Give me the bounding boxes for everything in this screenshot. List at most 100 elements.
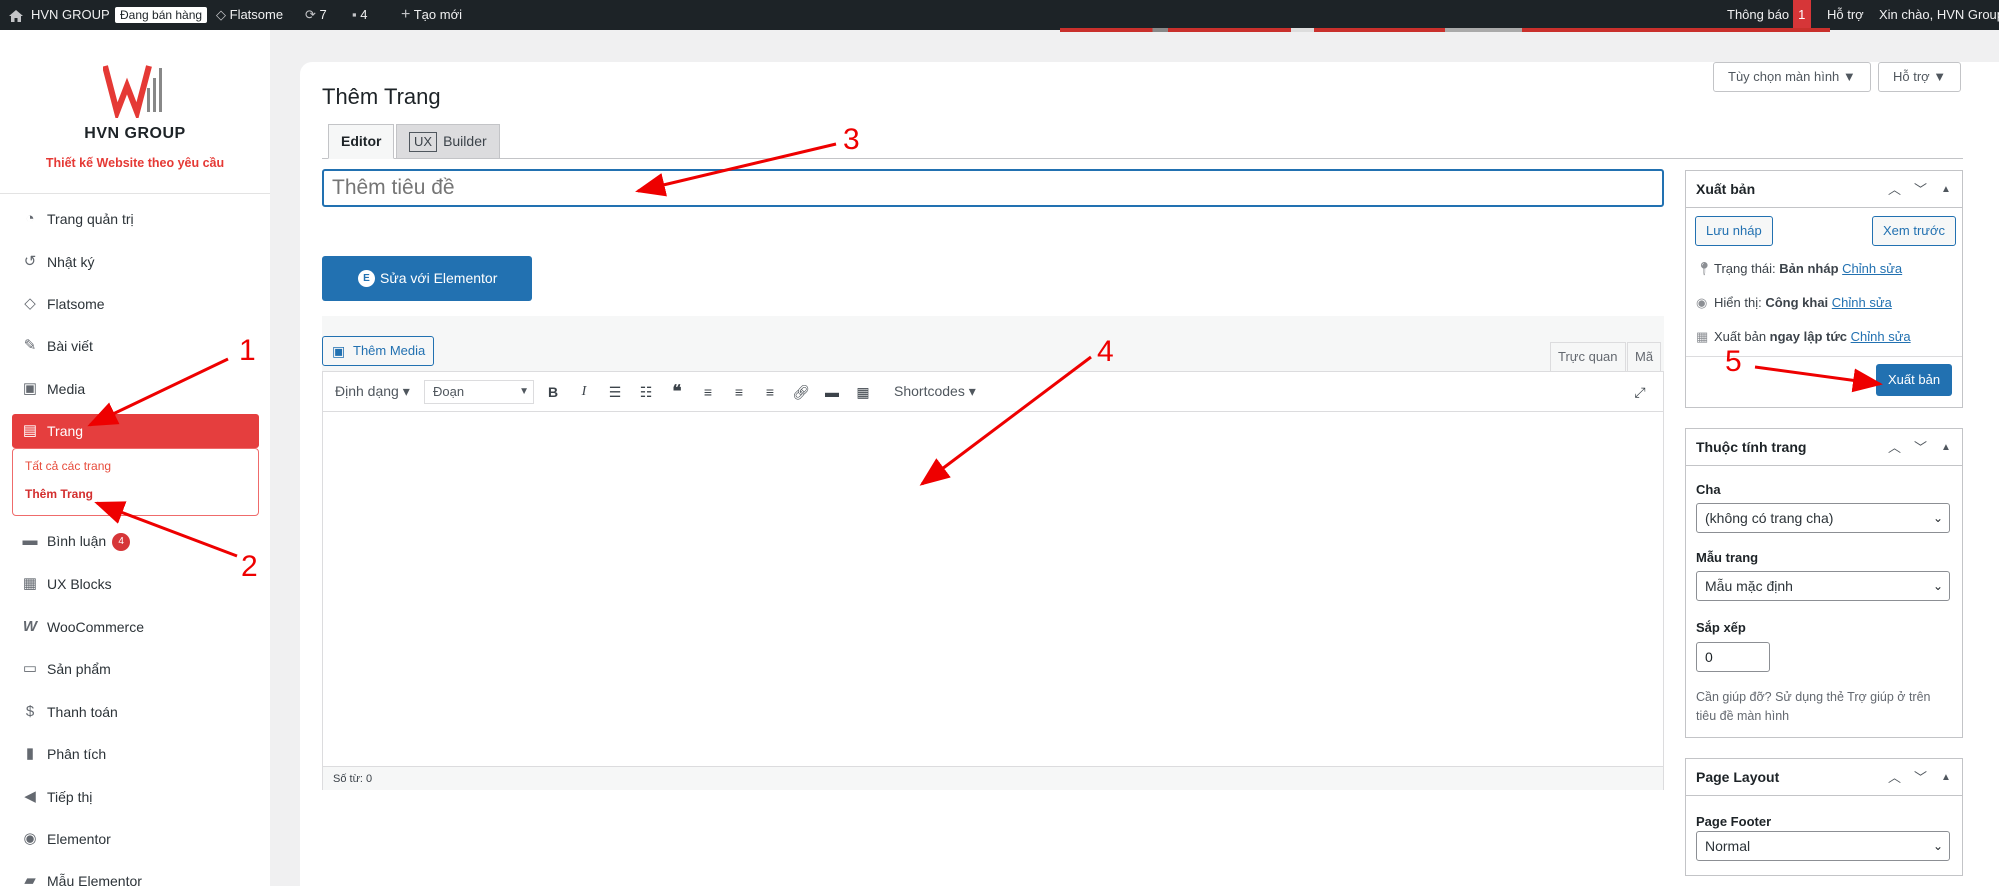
align-left-icon[interactable]: ≡ bbox=[697, 380, 719, 404]
save-draft-button[interactable]: Lưu nháp bbox=[1695, 216, 1773, 246]
greeting-account[interactable]: Xin chào, HVN Group bbox=[1879, 0, 1999, 30]
eye-icon: ◉ bbox=[1696, 295, 1708, 310]
paragraph-select[interactable]: Đoạn ▼ bbox=[424, 380, 534, 404]
annotation-number-1: 1 bbox=[239, 334, 256, 367]
tab-visual[interactable]: Trực quan bbox=[1550, 342, 1626, 372]
sidebar-item-elementor[interactable]: ◉ Elementor bbox=[12, 822, 259, 856]
edit-with-elementor-button[interactable]: E Sửa với Elementor bbox=[322, 256, 532, 301]
ux-logo: UX bbox=[409, 132, 438, 152]
tab-ux-builder[interactable]: UX Builder bbox=[396, 124, 500, 159]
publish-button[interactable]: Xuất bản bbox=[1876, 364, 1953, 396]
marketing-icon: ◀ bbox=[24, 788, 36, 805]
quote-icon[interactable]: ❝ bbox=[666, 380, 688, 404]
align-center-icon[interactable]: ≡ bbox=[728, 380, 750, 404]
edit-status-link[interactable]: Chỉnh sửa bbox=[1842, 261, 1902, 276]
read-more-icon[interactable]: ▬ bbox=[821, 380, 843, 404]
tab-editor[interactable]: Editor bbox=[328, 124, 395, 159]
woocommerce-icon: W bbox=[22, 618, 38, 635]
visibility-row: ◉ Hiển thị: Công khai Chỉnh sửa bbox=[1696, 295, 1892, 310]
move-up-icon[interactable]: ︿ bbox=[1888, 429, 1901, 466]
bold-icon[interactable]: B bbox=[542, 380, 564, 404]
align-right-icon[interactable]: ≡ bbox=[759, 380, 781, 404]
sidebar-item-media[interactable]: ▣ Media bbox=[12, 372, 259, 406]
screen-options-toggle[interactable]: Tùy chọn màn hình ▼ bbox=[1713, 62, 1871, 92]
toolbar-toggle-icon[interactable]: ▦ bbox=[852, 380, 874, 404]
template-select[interactable]: Mẫu mặc định ⌄ bbox=[1696, 571, 1950, 601]
flatsome-icon: ◇ bbox=[24, 295, 36, 312]
bullet-list-icon[interactable]: ☰ bbox=[604, 380, 626, 404]
collapse-icon[interactable]: ▲ bbox=[1941, 759, 1951, 796]
italic-icon[interactable]: I bbox=[573, 380, 595, 404]
template-label: Mẫu trang bbox=[1696, 550, 1759, 565]
tab-code[interactable]: Mã bbox=[1627, 342, 1662, 372]
add-media-button[interactable]: ▣ Thêm Media bbox=[322, 336, 434, 366]
editor-header bbox=[322, 316, 1664, 372]
diamond-icon: ◇ bbox=[216, 7, 226, 22]
sidebar-item-flatsome[interactable]: ◇ Flatsome bbox=[12, 287, 259, 321]
edit-visibility-link[interactable]: Chỉnh sửa bbox=[1832, 295, 1892, 310]
shortcodes-dropdown[interactable]: Shortcodes ▾ bbox=[894, 380, 976, 404]
new-content-link[interactable]: + Tạo mới bbox=[401, 0, 462, 30]
edit-time-link[interactable]: Chỉnh sửa bbox=[1851, 329, 1911, 344]
collapse-icon[interactable]: ▲ bbox=[1941, 171, 1951, 208]
sidebar-item-elementor-templates[interactable]: ▰ Mẫu Elementor bbox=[12, 864, 259, 886]
editor-toolbar: Định dạng ▾ Đoạn ▼ B I ☰ ☷ ❝ ≡ ≡ ≡ 🔗︎ ▬ ▦… bbox=[323, 372, 1663, 412]
parent-select[interactable]: (không có trang cha) ⌄ bbox=[1696, 503, 1950, 533]
annotation-number-3: 3 bbox=[843, 123, 860, 156]
comments-link[interactable]: ▪ 4 bbox=[352, 0, 367, 30]
publish-time-row: ▦ Xuất bản ngay lập tức Chỉnh sửa bbox=[1696, 329, 1911, 344]
header-banner-strip bbox=[1060, 28, 1830, 32]
collapse-icon[interactable]: ▲ bbox=[1941, 429, 1951, 466]
page-attributes-box: Thuộc tính trang ︿ ﹀ ▲ Cha (không có tra… bbox=[1685, 428, 1963, 738]
notifications-count: 1 bbox=[1792, 0, 1811, 30]
updates-link[interactable]: ⟳ 7 bbox=[305, 0, 327, 30]
home-icon[interactable] bbox=[8, 0, 24, 30]
sidebar-item-comments[interactable]: ▬ Bình luận 4 bbox=[12, 524, 259, 558]
chevron-down-icon: ⌄ bbox=[1932, 511, 1943, 525]
comments-icon: ▬ bbox=[22, 532, 38, 549]
notifications-link[interactable]: Thông báo 1 bbox=[1727, 0, 1811, 30]
admin-bar: HVN GROUP Đang bán hàng ◇ Flatsome ⟳ 7 ▪… bbox=[0, 0, 1999, 32]
link-icon[interactable]: 🔗︎ bbox=[790, 380, 812, 404]
flatsome-link[interactable]: ◇ Flatsome bbox=[216, 0, 283, 30]
format-dropdown[interactable]: Định dạng ▾ bbox=[335, 380, 410, 404]
pin-icon: 📍︎ bbox=[1696, 261, 1713, 276]
sidebar-item-woocommerce[interactable]: W WooCommerce bbox=[12, 610, 259, 644]
sidebar-divider bbox=[0, 193, 270, 194]
page-title-input[interactable] bbox=[322, 169, 1664, 207]
sidebar-item-analytics[interactable]: ▮ Phân tích bbox=[12, 737, 259, 771]
submenu-all-pages[interactable]: Tất cả các trang bbox=[25, 459, 111, 473]
pages-icon: ▤ bbox=[22, 422, 38, 439]
sidebar-item-payments[interactable]: $ Thanh toán bbox=[12, 695, 259, 729]
sidebar-item-products[interactable]: ▭ Sản phẩm bbox=[12, 652, 259, 686]
status-row: 📍︎Trạng thái: Bản nháp Chỉnh sửa bbox=[1696, 261, 1903, 276]
page-footer-select[interactable]: Normal ⌄ bbox=[1696, 831, 1950, 861]
sidebar-item-pages[interactable]: ▤ Trang bbox=[12, 414, 259, 448]
sidebar-item-marketing[interactable]: ◀ Tiếp thị bbox=[12, 780, 259, 814]
help-tab-toggle[interactable]: Hỗ trợ ▼ bbox=[1878, 62, 1962, 92]
products-icon: ▭ bbox=[22, 660, 38, 677]
content-editor[interactable]: Định dạng ▾ Đoạn ▼ B I ☰ ☷ ❝ ≡ ≡ ≡ 🔗︎ ▬ ▦… bbox=[322, 371, 1664, 790]
submenu-add-page[interactable]: Thêm Trang bbox=[25, 487, 93, 501]
sidebar-item-dashboard[interactable]: ◔ Trang quản trị bbox=[12, 202, 259, 236]
order-input[interactable]: 0 bbox=[1696, 642, 1770, 672]
preview-button[interactable]: Xem trước bbox=[1872, 216, 1957, 246]
editor-tabs-divider bbox=[322, 158, 1963, 159]
sidebar-item-ux-blocks[interactable]: ▦ UX Blocks bbox=[12, 567, 259, 601]
logo-tagline: Thiết kế Website theo yêu cầu bbox=[45, 156, 225, 170]
move-down-icon[interactable]: ﹀ bbox=[1914, 171, 1927, 208]
fullscreen-icon[interactable]: ⤢ bbox=[1629, 380, 1651, 404]
refresh-icon: ⟳ bbox=[305, 7, 316, 22]
site-name-link[interactable]: HVN GROUP bbox=[31, 0, 110, 30]
sidebar-item-history[interactable]: ↺ Nhật ký bbox=[12, 245, 259, 279]
attributes-help-text: Cần giúp đỡ? Sử dụng thẻ Trợ giúp ở trên… bbox=[1696, 690, 1931, 723]
move-up-icon[interactable]: ︿ bbox=[1888, 171, 1901, 208]
move-up-icon[interactable]: ︿ bbox=[1888, 759, 1901, 796]
move-down-icon[interactable]: ﹀ bbox=[1914, 759, 1927, 796]
move-down-icon[interactable]: ﹀ bbox=[1914, 429, 1927, 466]
history-icon: ↺ bbox=[23, 253, 37, 270]
numbered-list-icon[interactable]: ☷ bbox=[635, 380, 657, 404]
help-link[interactable]: Hỗ trợ bbox=[1827, 0, 1864, 30]
sidebar-item-posts[interactable]: ✎ Bài viết bbox=[12, 329, 259, 363]
pages-submenu: Tất cả các trang Thêm Trang bbox=[12, 448, 259, 516]
